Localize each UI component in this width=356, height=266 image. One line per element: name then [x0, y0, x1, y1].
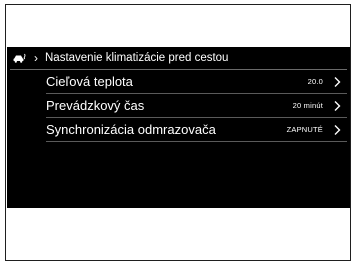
chevron-right-icon: [334, 125, 341, 135]
page-title: Nastavenie klimatizácie pred cestou: [45, 52, 229, 64]
row-divider: [46, 141, 347, 142]
setting-row-operating-time[interactable]: Prevádzkový čas 20 minút: [7, 95, 350, 117]
row-divider: [46, 117, 347, 118]
header-divider: [10, 69, 347, 70]
setting-label: Synchronizácia odmrazovača: [46, 122, 216, 137]
setting-row-target-temperature[interactable]: Cieľová teplota 20.0: [7, 71, 350, 93]
breadcrumb-chevron-icon: ›: [34, 51, 38, 65]
setting-value: 20 minút: [292, 101, 323, 110]
car-climate-icon: [13, 53, 26, 63]
setting-label: Cieľová teplota: [46, 74, 133, 89]
setting-label: Prevádzkový čas: [46, 98, 145, 113]
setting-value: ZAPNUTÉ: [286, 125, 323, 134]
row-divider: [46, 93, 347, 94]
chevron-right-icon: [334, 101, 341, 111]
screen-header: › Nastavenie klimatizácie pred cestou: [7, 47, 350, 69]
setting-value: 20.0: [307, 77, 323, 86]
infotainment-screen: › Nastavenie klimatizácie pred cestou Ci…: [7, 47, 350, 208]
setting-row-defrost-sync[interactable]: Synchronizácia odmrazovača ZAPNUTÉ: [7, 119, 350, 141]
chevron-right-icon: [334, 77, 341, 87]
